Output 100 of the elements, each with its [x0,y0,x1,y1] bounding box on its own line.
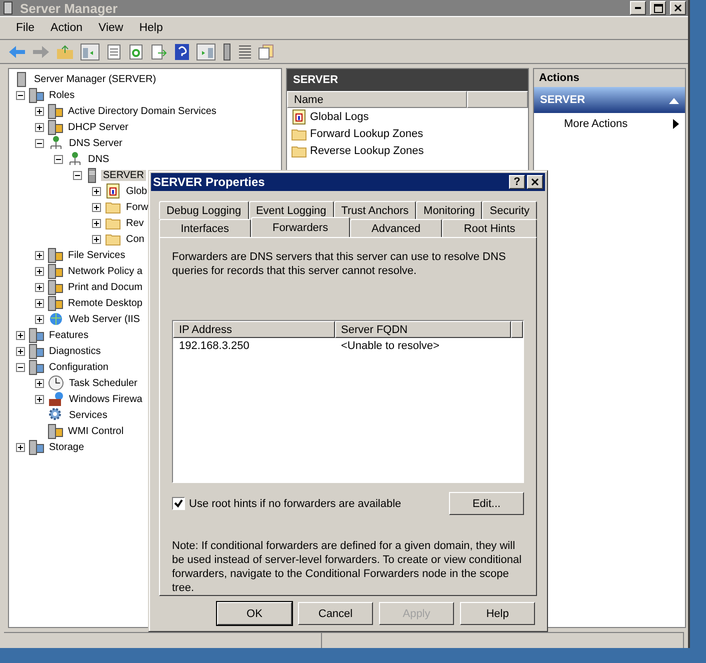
actions-section-header[interactable]: SERVER [534,87,685,113]
list-item[interactable]: Global Logs [310,110,369,122]
folder-icon [105,200,121,214]
maximize-button[interactable] [650,1,666,15]
close-button[interactable] [527,175,543,189]
tree-item[interactable]: Forw [124,202,150,212]
expand-toggle[interactable] [35,394,44,404]
edit-button[interactable]: Edit... [449,492,524,515]
expand-toggle[interactable] [92,202,101,212]
tree-item[interactable]: Features [47,330,90,340]
folder-icon [291,144,307,158]
column-header[interactable] [511,321,523,338]
tab[interactable]: Forwarders [250,217,350,237]
tab[interactable]: Interfaces [159,219,251,237]
server-tool-icon [29,360,44,374]
tree-item[interactable]: File Services [66,250,128,260]
collapse-icon[interactable] [669,96,679,104]
help-button[interactable]: ? [509,175,525,189]
refresh-icon[interactable] [128,44,144,60]
tree-item[interactable]: WMI Control [66,426,126,436]
note-text: Note: If conditional forwarders are defined for a given domain, they will be used instead of server-level forwarders. To create or view conditional forwarders, navigate to the Conditional Forwarders node in the scope tree. [172,539,523,595]
expand-toggle[interactable] [35,250,44,260]
expand-toggle[interactable] [35,314,44,324]
tree-item[interactable]: Server Manager (SERVER) [32,74,158,84]
log-icon [105,183,121,199]
server-tool-icon [48,424,63,438]
close-icon [531,178,539,186]
list-icon[interactable] [106,44,122,60]
menu-item[interactable]: Action [42,22,90,34]
checkbox[interactable] [172,497,185,510]
tree-item[interactable]: Web Server (IIS [67,314,142,324]
collapse-toggle[interactable] [54,154,63,164]
console-tree-icon[interactable] [80,42,100,60]
tab[interactable]: Advanced [350,219,442,237]
expand-toggle[interactable] [16,442,25,452]
dialog-button[interactable]: Cancel [298,602,373,625]
menu-item[interactable]: View [90,22,132,34]
menu-item[interactable]: File [8,22,43,34]
tree-item[interactable]: Services [67,410,110,420]
collapse-toggle[interactable] [16,362,25,372]
close-button[interactable] [670,1,686,15]
tree-item[interactable]: DNS Server [67,138,124,148]
tree-item[interactable]: Print and Docum [66,282,144,292]
tree-item[interactable]: SERVER [101,170,146,180]
clock-icon [48,375,64,391]
list-icon[interactable] [238,44,252,60]
expand-toggle[interactable] [92,218,101,228]
server-tool-icon [48,120,63,134]
tree-item[interactable]: Glob [124,186,150,196]
tree-item[interactable]: Windows Firewa [67,394,144,404]
close-icon [674,4,682,12]
expand-toggle[interactable] [92,234,101,244]
column-header[interactable]: Name [287,91,467,108]
menu-item[interactable]: Help [131,22,171,34]
export-icon[interactable] [150,44,168,60]
action-pane-icon[interactable] [196,42,216,60]
column-header[interactable]: Server FQDN [335,321,511,338]
table-cell-text: <Unable to resolve> [340,340,440,352]
expand-toggle[interactable] [35,106,44,116]
list-item[interactable]: Forward Lookup Zones [310,128,424,140]
tree-item[interactable]: Configuration [47,362,110,372]
tab[interactable]: Root Hints [442,219,537,237]
help-icon[interactable] [174,42,190,60]
tab[interactable]: Security [482,201,537,219]
tree-item[interactable]: Roles [47,90,77,100]
tree-item[interactable]: Task Scheduler [67,378,140,388]
expand-toggle[interactable] [35,378,44,388]
tab[interactable]: Monitoring [416,201,482,219]
expand-toggle[interactable] [35,282,44,292]
tree-item[interactable]: Con [124,234,146,244]
collapse-toggle[interactable] [35,138,44,148]
tree-item[interactable]: Rev [124,218,146,228]
dialog-button[interactable]: Help [460,602,535,625]
tab[interactable]: Trust Anchors [334,201,416,219]
dialog-button[interactable]: OK [217,602,292,625]
list-item[interactable]: Reverse Lookup Zones [310,144,424,156]
tree-item[interactable]: Network Policy a [66,266,144,276]
expand-toggle[interactable] [35,298,44,308]
tree-item[interactable]: Active Directory Domain Services [66,106,218,116]
tree-item[interactable]: Remote Desktop [66,298,144,308]
server-icon[interactable] [222,42,232,60]
expand-toggle[interactable] [16,346,25,356]
tab[interactable]: Debug Logging [159,201,249,219]
documents-icon[interactable] [258,44,274,60]
expand-toggle[interactable] [35,122,44,132]
tree-item[interactable]: DNS [86,154,112,164]
action-link[interactable]: More Actions [564,118,628,130]
expand-toggle[interactable] [92,186,101,196]
tree-item[interactable]: Diagnostics [47,346,103,356]
expand-toggle[interactable] [35,266,44,276]
server-tool-icon [48,280,63,294]
collapse-toggle[interactable] [16,90,25,100]
tree-item[interactable]: Storage [47,442,86,452]
column-header[interactable]: IP Address [173,321,335,338]
tree-item[interactable]: DHCP Server [66,122,130,132]
description-text: Forwarders are DNS servers that this server can use to resolve DNS queries for records that this server cannot resolve. [172,250,507,278]
folder-icon [105,216,121,230]
minimize-button[interactable] [630,1,646,15]
expand-toggle[interactable] [16,330,25,340]
collapse-toggle[interactable] [73,170,82,180]
